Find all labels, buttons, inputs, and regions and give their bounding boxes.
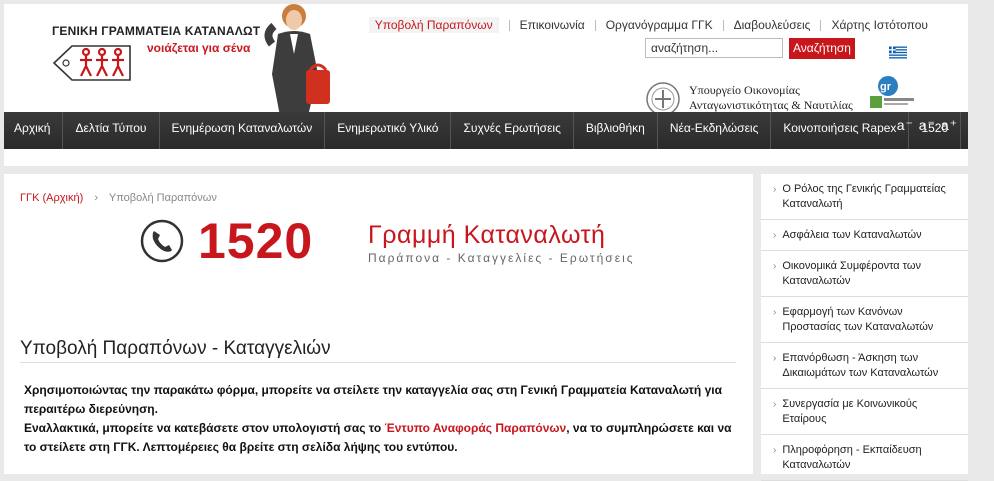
sidebar-item-label: Επανόρθωση - Άσκηση των Δικαιωμάτων των … xyxy=(782,352,939,379)
divider xyxy=(722,19,724,31)
breadcrumb: ΓΓΚ (Αρχική) › Υποβολή Παραπόνων xyxy=(20,192,217,204)
sidebar-item-safety[interactable]: › Ασφάλεια των Καταναλωτών xyxy=(761,220,968,251)
gr-gov-logo-icon[interactable]: gr xyxy=(866,74,922,112)
breadcrumb-home[interactable]: ΓΓΚ (Αρχική) xyxy=(20,192,83,204)
divider xyxy=(820,19,822,31)
divider xyxy=(508,19,510,31)
helpline-subtitle: Παράπονα - Καταγγελίες - Ερωτήσεις xyxy=(368,251,635,265)
chevron-right-icon: › xyxy=(94,192,99,204)
divider xyxy=(594,19,596,31)
greek-flag-icon[interactable] xyxy=(889,46,907,59)
chevron-right-icon: › xyxy=(773,353,777,364)
sidebar-item-education[interactable]: › Πληροφόρηση - Εκπαίδευση Καταναλωτών xyxy=(761,435,968,481)
toplink-org-chart[interactable]: Οργανόγραμμα ΓΓΚ xyxy=(606,18,713,32)
logo-tag-icon[interactable] xyxy=(50,42,136,90)
sidebar-item-economic-interests[interactable]: › Οικονομικά Συμφέροντα των Καταναλωτών xyxy=(761,251,968,297)
logo-tagline: νοιάζεται για σένα xyxy=(147,41,251,55)
page-body: Χρησιμοποιώντας την παρακάτω φόρμα, μπορ… xyxy=(24,381,734,457)
sidebar-item-label: Ασφάλεια των Καταναλωτών xyxy=(782,229,922,241)
sidebar-item-label: Ο Ρόλος της Γενικής Γραμματείας Καταναλω… xyxy=(782,183,946,210)
nav-item-press[interactable]: Δελτία Τύπου xyxy=(63,112,160,149)
paragraph-2: Εναλλακτικά, μπορείτε να κατεβάσετε στον… xyxy=(24,419,734,457)
chevron-right-icon: › xyxy=(773,261,777,272)
nav-item-home[interactable]: Αρχική xyxy=(4,112,64,149)
main-nav: Αρχική Δελτία Τύπου Ενημέρωση Καταναλωτώ… xyxy=(4,112,968,149)
divider xyxy=(20,362,736,363)
nav-item-library[interactable]: Βιβλιοθήκη xyxy=(574,112,658,149)
phone-icon xyxy=(140,219,184,263)
nav-item-consumer-info[interactable]: Ενημέρωση Καταναλωτών xyxy=(160,112,326,149)
complaint-form-link[interactable]: Έντυπο Αναφοράς Παραπόνων xyxy=(385,421,567,435)
toplink-consultations[interactable]: Διαβουλεύσεις xyxy=(734,18,811,32)
search-input[interactable] xyxy=(645,38,783,58)
ministry-name: Υπουργείο Οικονομίας Ανταγωνιστικότητας … xyxy=(689,83,853,113)
ministry-line-2: Ανταγωνιστικότητας & Ναυτιλίας xyxy=(689,98,853,112)
helpline-title: Γραμμή Καταναλωτή xyxy=(368,221,606,249)
chevron-right-icon: › xyxy=(773,307,777,318)
nav-item-rapex[interactable]: Κοινοποιήσεις Rapex xyxy=(771,112,910,149)
header-photo-woman xyxy=(260,4,346,116)
breadcrumb-current: Υποβολή Παραπόνων xyxy=(108,192,217,204)
sidebar-item-redress[interactable]: › Επανόρθωση - Άσκηση των Δικαιωμάτων των… xyxy=(761,343,968,389)
paragraph-2-text: Εναλλακτικά, μπορείτε να κατεβάσετε στον… xyxy=(24,421,385,435)
logo-title[interactable]: ΓΕΝΙΚΗ ΓΡΑΜΜΑΤΕΙΑ ΚΑΤΑΝΑΛΩΤΗ xyxy=(52,24,269,38)
sidebar-item-label: Εφαρμογή των Κανόνων Προστασίας των Κατα… xyxy=(782,306,934,333)
helpline-number: 1520 xyxy=(198,213,314,269)
toplink-sitemap[interactable]: Χάρτης Ιστότοπου xyxy=(831,18,928,32)
chevron-right-icon: › xyxy=(773,230,777,241)
top-links: Υποβολή Παραπόνων Επικοινωνία Οργανόγραμ… xyxy=(368,17,928,33)
font-size-controls[interactable]: a⁻ a⁼ a⁺ xyxy=(897,117,958,134)
toplink-complaints[interactable]: Υποβολή Παραπόνων xyxy=(368,17,499,33)
toplink-contact[interactable]: Επικοινωνία xyxy=(520,18,585,32)
chevron-right-icon: › xyxy=(773,445,777,456)
nav-item-faq[interactable]: Συχνές Ερωτήσεις xyxy=(451,112,574,149)
search-button[interactable]: Αναζήτηση xyxy=(789,38,855,59)
paragraph-1: Χρησιμοποιώντας την παρακάτω φόρμα, μπορ… xyxy=(24,383,722,416)
sidebar-item-role[interactable]: › Ο Ρόλος της Γενικής Γραμματείας Καταναλ… xyxy=(761,174,968,220)
chevron-right-icon: › xyxy=(773,399,777,410)
sidebar-item-label: Οικονομικά Συμφέροντα των Καταναλωτών xyxy=(782,260,921,287)
nav-item-info-material[interactable]: Ενημερωτικό Υλικό xyxy=(325,112,452,149)
nav-spacer xyxy=(4,149,968,166)
sidebar-item-enforcement[interactable]: › Εφαρμογή των Κανόνων Προστασίας των Κατ… xyxy=(761,297,968,343)
page-title: Υποβολή Παραπόνων - Καταγγελιών xyxy=(20,338,331,359)
sidebar-item-partners[interactable]: › Συνεργασία με Κοινωνικούς Εταίρους xyxy=(761,389,968,435)
main-content: ΓΓΚ (Αρχική) › Υποβολή Παραπόνων 1520 Γρ… xyxy=(4,174,753,474)
sidebar-item-label: Συνεργασία με Κοινωνικούς Εταίρους xyxy=(782,398,918,425)
nav-item-news[interactable]: Νέα-Εκδηλώσεις xyxy=(658,112,772,149)
sidebar-item-label: Πληροφόρηση - Εκπαίδευση Καταναλωτών xyxy=(782,444,922,471)
sidebar: › Ο Ρόλος της Γενικής Γραμματείας Καταναλ… xyxy=(761,174,968,481)
svg-text:gr: gr xyxy=(880,81,892,93)
site-header: ΓΕΝΙΚΗ ΓΡΑΜΜΑΤΕΙΑ ΚΑΤΑΝΑΛΩΤΗ νοιάζεται γ… xyxy=(4,4,968,116)
ministry-line-1: Υπουργείο Οικονομίας xyxy=(689,83,800,97)
chevron-right-icon: › xyxy=(773,184,777,195)
